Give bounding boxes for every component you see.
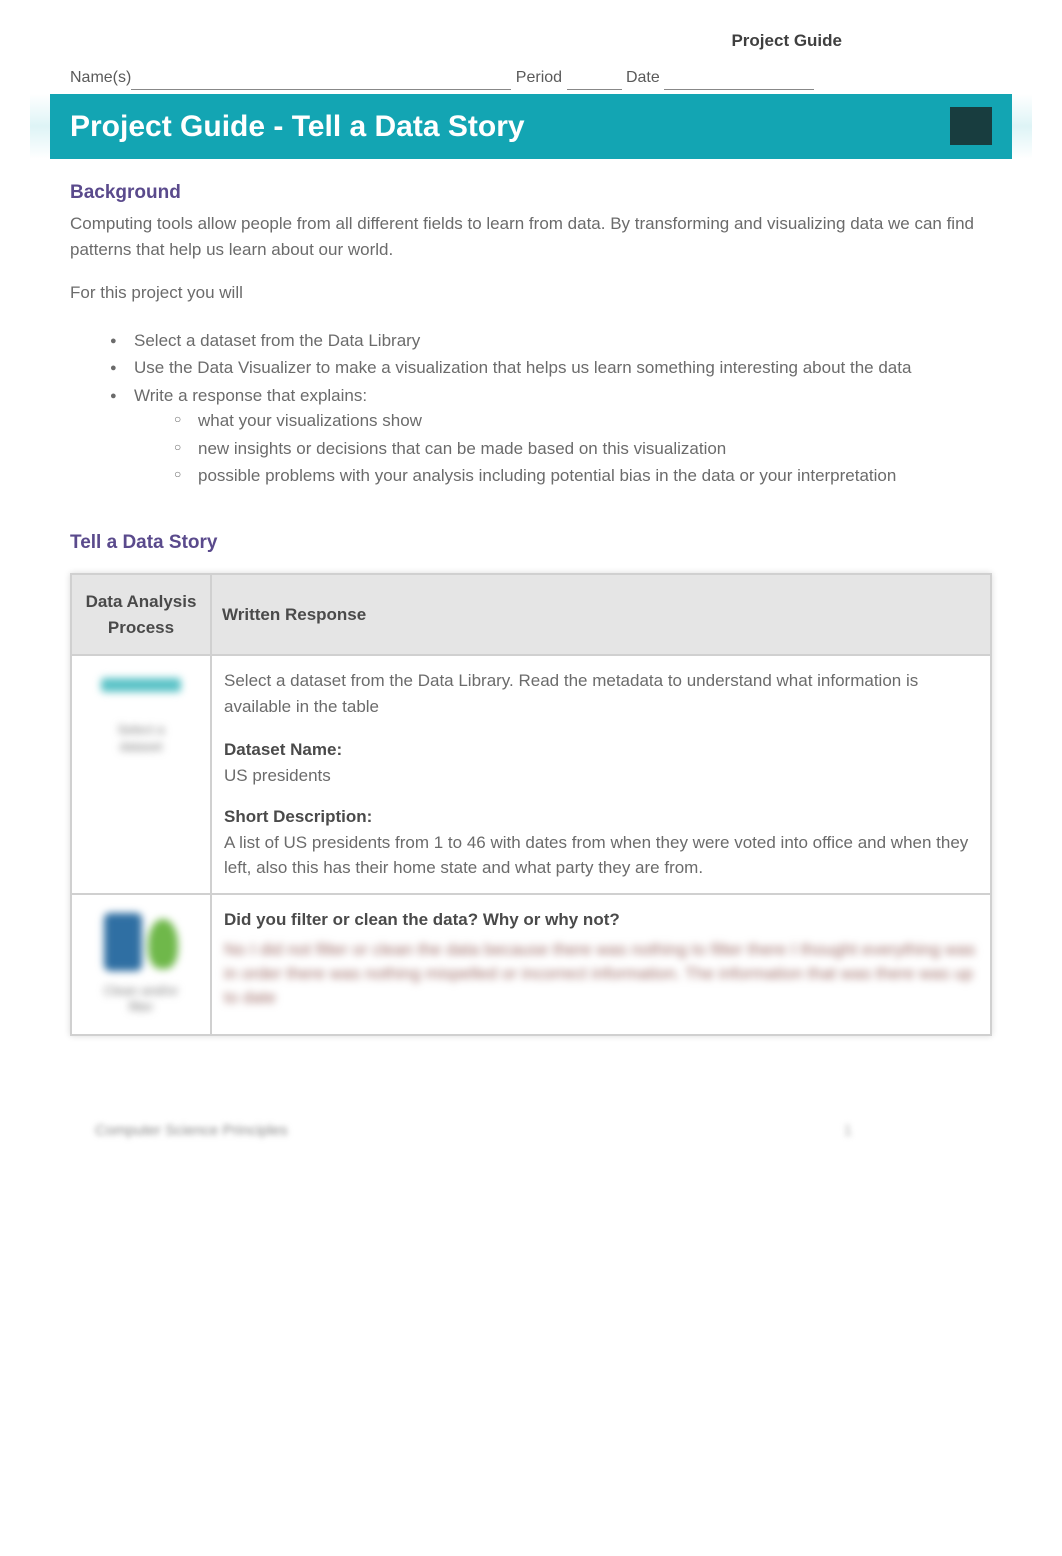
desc-value: A list of US presidents from 1 to 46 wit… (224, 830, 978, 881)
period-field-line[interactable] (567, 74, 622, 90)
bullet-text: Write a response that explains: (134, 386, 367, 405)
background-p1: Computing tools allow people from all di… (70, 211, 992, 262)
period-label: Period (516, 69, 562, 86)
bullet-item: Use the Data Visualizer to make a visual… (110, 355, 992, 381)
img1-caption: Select a dataset (96, 722, 186, 756)
row1-intro: Select a dataset from the Data Library. … (224, 668, 978, 719)
table-row: Select a dataset Select a dataset from t… (71, 655, 991, 894)
footer-left: Computer Science Principles (95, 1120, 288, 1143)
names-label: Name(s) (70, 69, 131, 86)
process-image-2: Clean and/or filter (91, 913, 191, 1017)
process-image-1: Select a dataset (96, 678, 186, 756)
row2-question: Did you filter or clean the data? Why or… (224, 907, 978, 933)
title-banner: Project Guide - Tell a Data Story (50, 94, 1012, 159)
row2-blurred-answer: No I did not filter or clean the data be… (224, 938, 978, 1009)
section2-heading: Tell a Data Story (70, 529, 992, 558)
project-bullets: Select a dataset from the Data Library U… (110, 328, 992, 489)
desc-label: Short Description: (224, 804, 978, 830)
banner-title: Project Guide - Tell a Data Story (70, 104, 525, 149)
form-line: Name(s) Period Date (70, 66, 992, 94)
date-label: Date (626, 69, 660, 86)
col2-header: Written Response (211, 574, 991, 655)
banner-wrap: Project Guide - Tell a Data Story (30, 94, 1032, 159)
data-story-table: Data Analysis Process Written Response S… (70, 573, 992, 1036)
table-row: Clean and/or filter Did you filter or cl… (71, 894, 991, 1036)
background-p2: For this project you will (70, 280, 992, 306)
sub-bullet-item: what your visualizations show (174, 408, 992, 434)
footer-right: 1 (844, 1120, 852, 1143)
col1-header: Data Analysis Process (71, 574, 211, 655)
names-field-line[interactable] (131, 74, 511, 90)
date-field-line[interactable] (664, 74, 814, 90)
dataset-name-value: US presidents (224, 763, 978, 789)
doc-label: Project Guide (70, 28, 992, 54)
bullet-item: Write a response that explains: what you… (110, 383, 992, 489)
sub-bullet-item: new insights or decisions that can be ma… (174, 436, 992, 462)
dataset-name-label: Dataset Name: (224, 737, 978, 763)
banner-dark-box (950, 107, 992, 145)
img2-caption: Clean and/or filter (91, 983, 191, 1017)
sub-bullets: what your visualizations show new insigh… (174, 408, 992, 489)
background-heading: Background (70, 179, 992, 208)
bullet-item: Select a dataset from the Data Library (110, 328, 992, 354)
sub-bullet-item: possible problems with your analysis inc… (174, 463, 992, 489)
